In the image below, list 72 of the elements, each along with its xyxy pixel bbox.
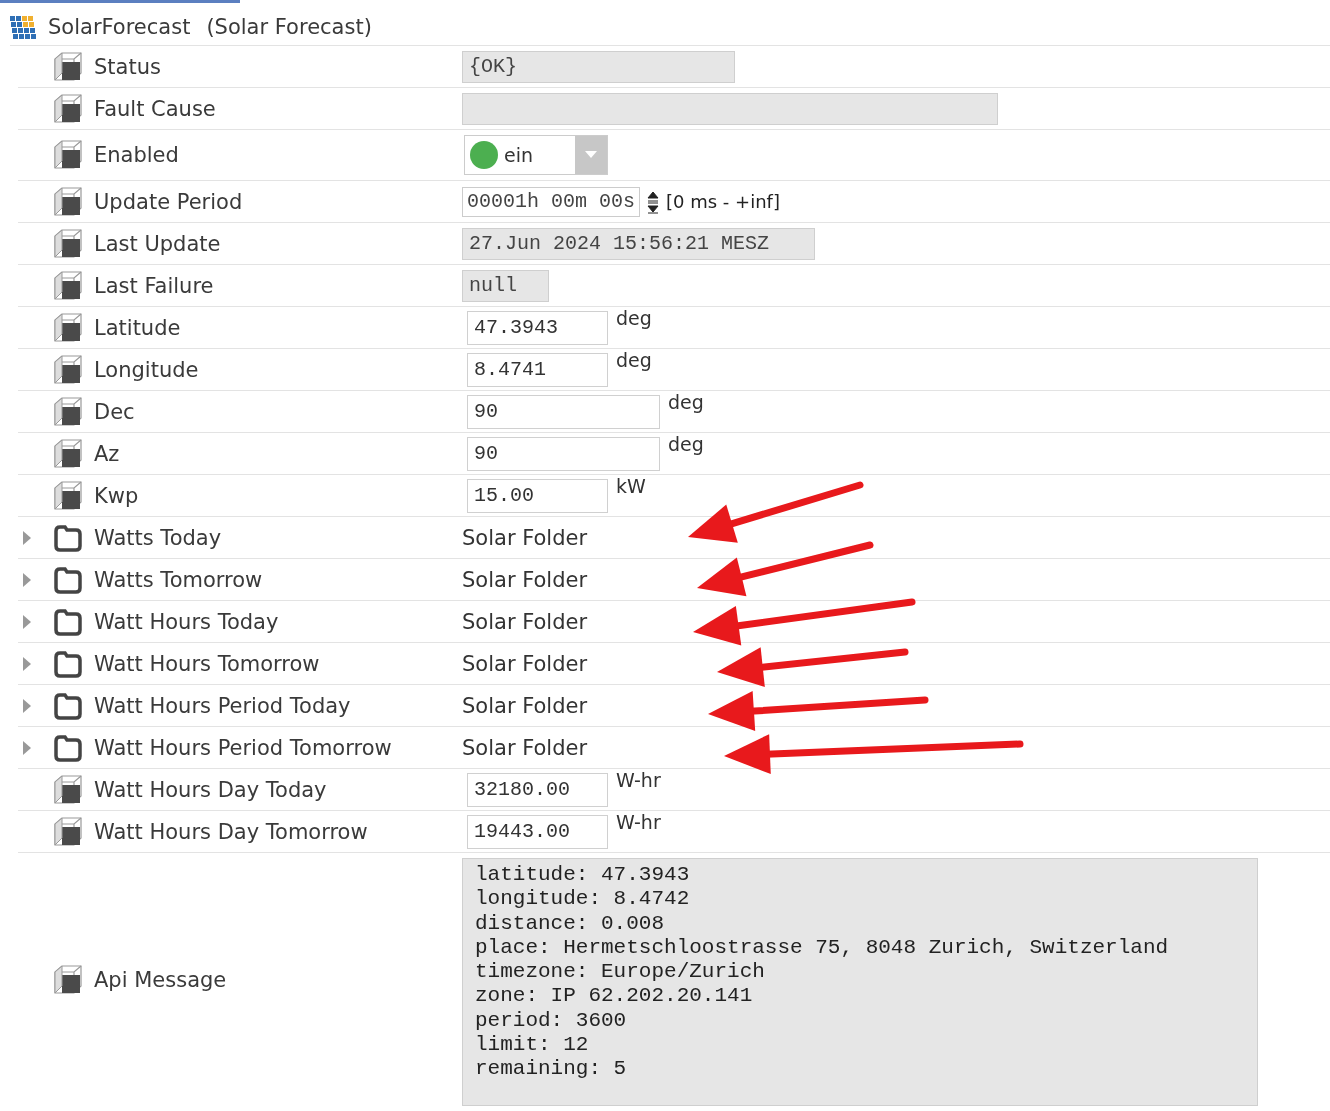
cube-icon xyxy=(52,50,84,83)
cube-icon xyxy=(52,815,84,848)
value-field: {OK} xyxy=(462,50,735,83)
cube-icon xyxy=(52,773,84,806)
property-label: Watt Hours Period Tomorrow xyxy=(94,735,392,760)
property-label: Status xyxy=(94,54,161,79)
value-field[interactable]: 19443.00 xyxy=(467,814,608,849)
cube-icon xyxy=(52,227,84,260)
property-label: Fault Cause xyxy=(94,96,216,121)
message-textarea[interactable]: latitude: 47.3943 longitude: 8.4742 distance: 0.008 place: Hermetschloostrasse 75, 8048 Zurich, Switzerland timezone: Europe/Zurich zone: IP 62.202.20.141 period: 3600 limit: 12 remaining: 5 xyxy=(462,858,1258,1106)
property-label: Az xyxy=(94,441,120,466)
unit-label: kW xyxy=(616,474,646,497)
property-label: Last Failure xyxy=(94,273,214,298)
cube-icon xyxy=(52,963,84,996)
expand-icon[interactable] xyxy=(22,740,32,755)
expand-icon[interactable] xyxy=(22,698,32,713)
object-display-name: (Solar Forecast) xyxy=(206,14,372,39)
value-field[interactable]: 32180.00 xyxy=(467,772,608,807)
unit-label: deg xyxy=(668,390,704,413)
caret-icon xyxy=(585,151,597,159)
duration-field[interactable]: 00001h 00m 00s xyxy=(462,186,641,217)
property-label: Watt Hours Tomorrow xyxy=(94,651,320,676)
cube-icon xyxy=(52,437,84,470)
value-text: Solar Folder xyxy=(462,525,588,550)
value-field[interactable]: 90 xyxy=(467,436,660,471)
unit-label: deg xyxy=(668,432,704,455)
property-label: Watt Hours Today xyxy=(94,609,279,634)
value-field[interactable]: 47.3943 xyxy=(467,310,608,345)
value-field[interactable]: 15.00 xyxy=(467,478,608,513)
value-text: Solar Folder xyxy=(462,651,588,676)
value-text: Solar Folder xyxy=(462,735,588,760)
property-label: Watt Hours Day Tomorrow xyxy=(94,819,368,844)
expand-icon[interactable] xyxy=(22,572,32,587)
unit-label: deg xyxy=(616,348,652,371)
property-label: Watts Tomorrow xyxy=(94,567,263,592)
expand-icon[interactable] xyxy=(22,614,32,629)
property-label: Last Update xyxy=(94,231,221,256)
cube-icon xyxy=(52,139,84,171)
spinner-icon[interactable] xyxy=(646,189,661,214)
cube-icon xyxy=(52,92,84,125)
cube-icon xyxy=(52,353,84,386)
cube-icon xyxy=(52,311,84,344)
unit-label: W-hr xyxy=(616,768,661,791)
cube-icon xyxy=(52,395,84,428)
value-field[interactable]: 8.4741 xyxy=(467,352,608,387)
solar-panel-icon xyxy=(8,13,36,40)
range-label: [0 ms - +inf] xyxy=(666,191,780,212)
value-text: Solar Folder xyxy=(462,567,588,592)
object-name: SolarForecast xyxy=(48,14,191,39)
property-label: Enabled xyxy=(94,143,179,167)
property-label: Update Period xyxy=(94,189,243,214)
property-label: Watts Today xyxy=(94,525,222,550)
property-label: Watt Hours Period Today xyxy=(94,693,351,718)
value-field: 27.Jun 2024 15:56:21 MESZ xyxy=(462,227,815,260)
expand-icon[interactable] xyxy=(22,656,32,671)
property-label: Latitude xyxy=(94,315,181,340)
cube-icon xyxy=(52,185,84,218)
value-field: null xyxy=(462,269,549,302)
cube-icon xyxy=(52,269,84,302)
value-field[interactable]: 90 xyxy=(467,394,660,429)
property-label: Watt Hours Day Today xyxy=(94,777,327,802)
expand-icon[interactable] xyxy=(22,530,32,545)
property-label: Longitude xyxy=(94,357,199,382)
value-text: Solar Folder xyxy=(462,609,588,634)
value-text: Solar Folder xyxy=(462,693,588,718)
enabled-dropdown[interactable]: ein xyxy=(464,135,608,175)
property-label: Dec xyxy=(94,399,135,424)
property-label: Api Message xyxy=(94,967,227,992)
unit-label: W-hr xyxy=(616,810,661,833)
unit-label: deg xyxy=(616,306,652,329)
cube-icon xyxy=(52,479,84,512)
property-label: Kwp xyxy=(94,483,139,508)
